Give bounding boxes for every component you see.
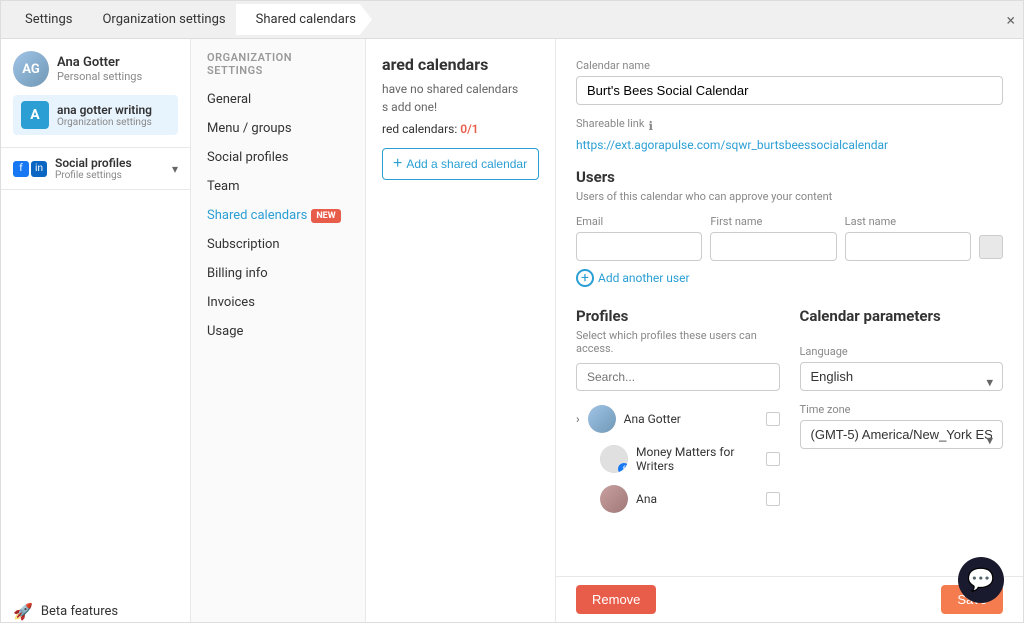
chat-icon: 💬	[967, 568, 994, 593]
profile-avatar-money-matters: f	[600, 445, 628, 473]
social-profiles-sub: Profile settings	[55, 170, 132, 181]
left-sidebar: AG Ana Gotter Personal settings A ana go…	[1, 39, 191, 622]
linkedin-icon: in	[31, 161, 47, 177]
profile-name-ana-gotter: Ana Gotter	[624, 412, 758, 426]
users-section-desc: Users of this calendar who can approve y…	[576, 190, 1003, 203]
last-name-label: Last name	[845, 215, 971, 228]
calendar-params-title: Calendar parameters	[800, 307, 1004, 325]
menu-team[interactable]: Team	[191, 172, 365, 201]
count-fraction: 0/1	[460, 122, 478, 136]
users-section-title: Users	[576, 168, 1003, 186]
breadcrumb: Settings Organization settings Shared ca…	[1, 1, 1023, 39]
profiles-search-input[interactable]	[576, 363, 780, 391]
new-badge: NEW	[311, 209, 340, 223]
org-name: ana gotter writing	[57, 103, 170, 117]
calendars-panel: ared calendars have no shared calendars …	[366, 39, 556, 622]
profile-checkbox-ana-gotter[interactable]	[766, 412, 780, 426]
close-icon[interactable]: ×	[1006, 10, 1015, 29]
facebook-icon: f	[13, 161, 29, 177]
shareable-link-value: https://ext.agorapulse.com/sqwr_burtsbee…	[576, 138, 1003, 152]
content-area: ared calendars have no shared calendars …	[366, 39, 1023, 622]
menu-menu-groups[interactable]: Menu / groups	[191, 114, 365, 143]
remove-button[interactable]: Remove	[576, 585, 656, 614]
beta-label: Beta features	[41, 604, 118, 619]
profile-name-ana: Ana	[636, 492, 758, 506]
email-input[interactable]	[576, 232, 702, 261]
social-profiles-info: Social profiles Profile settings	[55, 156, 132, 181]
personal-user-row[interactable]: AG Ana Gotter Personal settings	[13, 51, 178, 87]
user-sub: Personal settings	[57, 70, 142, 83]
add-user-button[interactable]: + Add another user	[576, 269, 1003, 287]
profiles-section: Profiles Select which profiles these use…	[576, 307, 780, 519]
user-info: Ana Gotter Personal settings	[57, 55, 142, 83]
profile-checkbox-ana[interactable]	[766, 492, 780, 506]
breadcrumb-settings[interactable]: Settings	[17, 4, 88, 35]
profile-row-ana[interactable]: Ana	[576, 479, 780, 519]
social-profiles-name: Social profiles	[55, 156, 132, 170]
profiles-desc: Select which profiles these users can ac…	[576, 329, 780, 355]
beta-features-item[interactable]: 🚀 Beta features	[1, 590, 191, 622]
add-shared-calendar-button[interactable]: + Add a shared calendar	[382, 148, 539, 180]
social-icons: f in	[13, 161, 47, 177]
breadcrumb-org-settings[interactable]: Organization settings	[82, 4, 241, 35]
user-name: Ana Gotter	[57, 55, 142, 70]
profile-avatar-ana	[600, 485, 628, 513]
first-name-label: First name	[710, 215, 836, 228]
chevron-down-icon: ▾	[172, 162, 178, 176]
language-select-wrapper: English French Spanish	[800, 362, 1004, 403]
delete-user-icon[interactable]	[979, 235, 1003, 259]
profiles-title: Profiles	[576, 307, 780, 325]
menu-subscription[interactable]: Subscription	[191, 230, 365, 259]
menu-invoices[interactable]: Invoices	[191, 288, 365, 317]
first-name-input[interactable]	[710, 232, 836, 261]
shareable-link-label: Shareable link	[576, 117, 644, 130]
profile-avatar-ana-gotter	[588, 405, 616, 433]
social-profiles-section[interactable]: f in Social profiles Profile settings ▾	[1, 148, 190, 190]
plus-circle-icon: +	[576, 269, 594, 287]
no-calendars-msg: have no shared calendars	[382, 82, 539, 96]
org-sub: Organization settings	[57, 117, 170, 128]
timezone-select[interactable]: (GMT-5) America/New_York EST (GMT-8) Ame…	[800, 420, 1004, 449]
calendar-name-label: Calendar name	[576, 59, 1003, 72]
user-section: AG Ana Gotter Personal settings A ana go…	[1, 39, 190, 148]
facebook-badge-icon: f	[618, 463, 628, 473]
timezone-label: Time zone	[800, 403, 1004, 416]
org-row[interactable]: A ana gotter writing Organization settin…	[13, 95, 178, 135]
avatar: AG	[13, 51, 49, 87]
menu-billing-info[interactable]: Billing info	[191, 259, 365, 288]
social-profiles-left: f in Social profiles Profile settings	[13, 156, 132, 181]
menu-social-profiles[interactable]: Social profiles	[191, 143, 365, 172]
calendar-params-section: Calendar parameters Language English Fre…	[800, 307, 1004, 519]
timezone-select-wrapper: (GMT-5) America/New_York EST (GMT-8) Ame…	[800, 420, 1004, 461]
chevron-right-icon: ›	[576, 412, 580, 426]
rocket-icon: 🚀	[13, 602, 33, 621]
calendars-count: red calendars: 0/1	[382, 122, 539, 136]
menu-usage[interactable]: Usage	[191, 317, 365, 346]
org-info: ana gotter writing Organization settings	[57, 103, 170, 128]
org-settings-sidebar: Organization settings General Menu / gro…	[191, 39, 366, 622]
plus-icon: +	[393, 155, 402, 173]
org-sidebar-title: Organization settings	[191, 51, 365, 85]
add-one-msg: s add one!	[382, 100, 539, 114]
chat-support-button[interactable]: 💬	[958, 557, 1004, 603]
breadcrumb-shared-calendars[interactable]: Shared calendars	[236, 4, 372, 35]
profile-row-money-matters[interactable]: f Money Matters for Writers	[576, 439, 780, 479]
profile-row-ana-gotter[interactable]: › Ana Gotter	[576, 399, 780, 439]
profile-name-money-matters: Money Matters for Writers	[636, 445, 758, 473]
last-name-input[interactable]	[845, 232, 971, 261]
footer-bar: Remove Save	[556, 576, 1023, 622]
menu-general[interactable]: General	[191, 85, 365, 114]
language-select[interactable]: English French Spanish	[800, 362, 1004, 391]
info-icon[interactable]: ℹ	[648, 119, 653, 133]
detail-panel: Calendar name Shareable link ℹ https://e…	[556, 39, 1023, 576]
calendars-title: ared calendars	[382, 55, 539, 74]
menu-shared-calendars[interactable]: Shared calendarsNEW	[191, 201, 365, 230]
org-letter: A	[21, 101, 49, 129]
calendar-name-input[interactable]	[576, 76, 1003, 105]
bottom-sections: Profiles Select which profiles these use…	[576, 307, 1003, 519]
language-label: Language	[800, 345, 1004, 358]
users-form: Email First name Last name	[576, 215, 1003, 261]
email-label: Email	[576, 215, 702, 228]
profile-checkbox-money-matters[interactable]	[766, 452, 780, 466]
